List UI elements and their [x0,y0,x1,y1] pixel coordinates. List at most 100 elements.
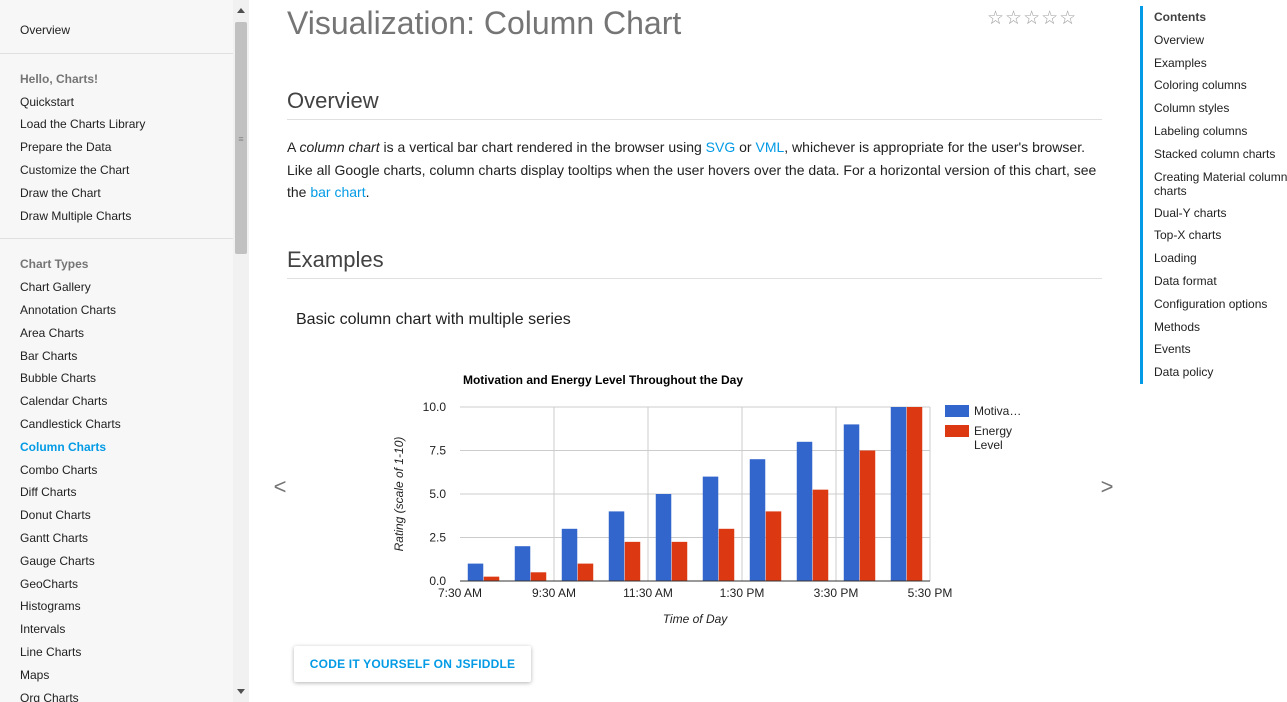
text: is a vertical bar chart rendered in the … [379,139,706,155]
nav-item-intervals[interactable]: Intervals [20,618,213,641]
bar-energy-4 [671,541,688,581]
toc-item-overview[interactable]: Overview [1154,29,1287,52]
nav-item-gauge-charts[interactable]: Gauge Charts [20,550,213,573]
legend-label-line: Level [974,438,1003,452]
page-title: Visualization: Column Chart [287,5,682,41]
bar-energy-8 [859,450,876,581]
toc-item-configuration-options[interactable]: Configuration options [1154,293,1287,316]
examples-heading: Examples [287,247,1102,279]
toc-item-methods[interactable]: Methods [1154,316,1287,339]
nav-group-heading: Hello, Charts! [20,71,99,86]
toc-item-events[interactable]: Events [1154,338,1287,361]
bar-energy-2 [577,563,594,581]
next-arrow-icon[interactable]: > [1092,465,1122,509]
bar-energy-0 [483,576,500,581]
table-of-contents: Contents Overview Examples Coloring column… [1140,6,1287,384]
x-tick-label: 7:30 AM [438,586,482,600]
nav-item-diff-charts[interactable]: Diff Charts [20,481,213,504]
nav-item-maps[interactable]: Maps [20,664,213,687]
x-tick-label: 5:30 PM [908,586,953,600]
nav-item-gantt-charts[interactable]: Gantt Charts [20,527,213,550]
nav-item-draw-the-chart[interactable]: Draw the Chart [20,182,213,205]
nav-item-quickstart[interactable]: Quickstart [20,91,213,114]
bar-motivation-0 [467,563,484,581]
x-axis-label: Time of Day [663,612,729,626]
scroll-up-arrow-icon[interactable] [237,8,245,13]
bar-motivation-8 [843,424,860,581]
nav-item-bubble-charts[interactable]: Bubble Charts [20,367,213,390]
y-tick-label: 10.0 [423,400,447,414]
y-tick-label: 5.0 [429,487,446,501]
overview-heading: Overview [287,88,1102,120]
legend-label-line: Energy [974,424,1012,438]
left-nav: Overview Hello, Charts! Quickstart Load t… [0,0,233,702]
toc-item-column-styles[interactable]: Column styles [1154,97,1287,120]
toc-item-examples[interactable]: Examples [1154,52,1287,75]
bar-motivation-3 [608,511,625,581]
nav-item-histograms[interactable]: Histograms [20,595,213,618]
nav-item-calendar-charts[interactable]: Calendar Charts [20,390,213,413]
nav-group-heading: Chart Types [20,257,89,272]
bar-energy-9 [906,407,923,581]
vml-link[interactable]: VML [755,139,784,155]
bar-motivation-9 [890,407,907,581]
emphasis-text: column chart [299,139,380,155]
bar-motivation-7 [796,441,813,581]
toc-item-data-format[interactable]: Data format [1154,270,1287,293]
toc-item-coloring-columns[interactable]: Coloring columns [1154,74,1287,97]
nav-item-bar-charts[interactable]: Bar Charts [20,345,213,368]
y-axis-label: Rating (scale of 1-10) [392,437,406,552]
column-chart: Motivation and Energy Level Throughout t… [392,373,1021,626]
example-subheading: Basic column chart with multiple series [296,311,571,328]
toc-item-stacked-column-charts[interactable]: Stacked column charts [1154,143,1287,166]
nav-item-prepare-the-data[interactable]: Prepare the Data [20,136,213,159]
legend-label-motivation: Motiva… [974,404,1021,418]
nav-item-column-charts[interactable]: Column Charts [20,436,213,459]
nav-item-org-charts[interactable]: Org Charts [20,687,213,702]
rating-stars-icon[interactable]: ☆☆☆☆☆ [987,7,1077,30]
nav-item-donut-charts[interactable]: Donut Charts [20,504,213,527]
bar-motivation-6 [749,459,766,581]
nav-item-chart-gallery[interactable]: Chart Gallery [20,276,213,299]
bar-energy-6 [765,511,782,581]
nav-item-customize-the-chart[interactable]: Customize the Chart [20,159,213,182]
toc-item-creating-material-column-charts[interactable]: Creating Material column charts [1154,166,1287,202]
legend-swatch-energy [945,425,969,437]
toc-item-top-x-charts[interactable]: Top-X charts [1154,224,1287,247]
toc-heading: Contents [1154,10,1206,24]
x-tick-label: 9:30 AM [532,586,576,600]
text: or [735,139,756,155]
nav-item-line-charts[interactable]: Line Charts [20,641,213,664]
text: . [365,184,370,201]
legend-swatch-motivation [945,405,969,417]
nav-item-draw-multiple-charts[interactable]: Draw Multiple Charts [20,205,213,228]
bar-motivation-5 [702,476,719,581]
scroll-down-arrow-icon[interactable] [237,689,245,694]
overview-paragraph: A column chart is a vertical bar chart r… [287,136,1102,204]
bar-motivation-2 [561,528,578,581]
toc-item-loading[interactable]: Loading [1154,247,1287,270]
nav-item-geocharts[interactable]: GeoCharts [20,573,213,596]
y-tick-label: 7.5 [429,444,446,458]
nav-item-combo-charts[interactable]: Combo Charts [20,459,213,482]
x-tick-label: 1:30 PM [720,586,765,600]
nav-item-overview[interactable]: Overview [20,19,213,42]
nav-item-load-the-charts-library[interactable]: Load the Charts Library [20,113,213,136]
x-tick-label: 11:30 AM [623,586,673,600]
bar-energy-1 [530,572,547,581]
jsfiddle-button[interactable]: CODE IT YOURSELF ON JSFIDDLE [294,646,531,682]
svg-link[interactable]: SVG [706,139,736,155]
x-tick-label: 3:30 PM [814,586,859,600]
nav-scrollbar[interactable]: ≡ [233,0,249,702]
toc-item-labeling-columns[interactable]: Labeling columns [1154,120,1287,143]
nav-item-candlestick-charts[interactable]: Candlestick Charts [20,413,213,436]
prev-arrow-icon[interactable]: < [265,465,295,509]
bar-energy-3 [624,541,641,581]
toc-item-data-policy[interactable]: Data policy [1154,361,1287,384]
text: A [287,139,300,155]
bar-chart-link[interactable]: bar chart [310,184,365,200]
nav-item-annotation-charts[interactable]: Annotation Charts [20,299,213,322]
toc-item-dual-y-charts[interactable]: Dual-Y charts [1154,202,1287,225]
nav-item-area-charts[interactable]: Area Charts [20,322,213,345]
y-tick-label: 2.5 [429,531,446,545]
